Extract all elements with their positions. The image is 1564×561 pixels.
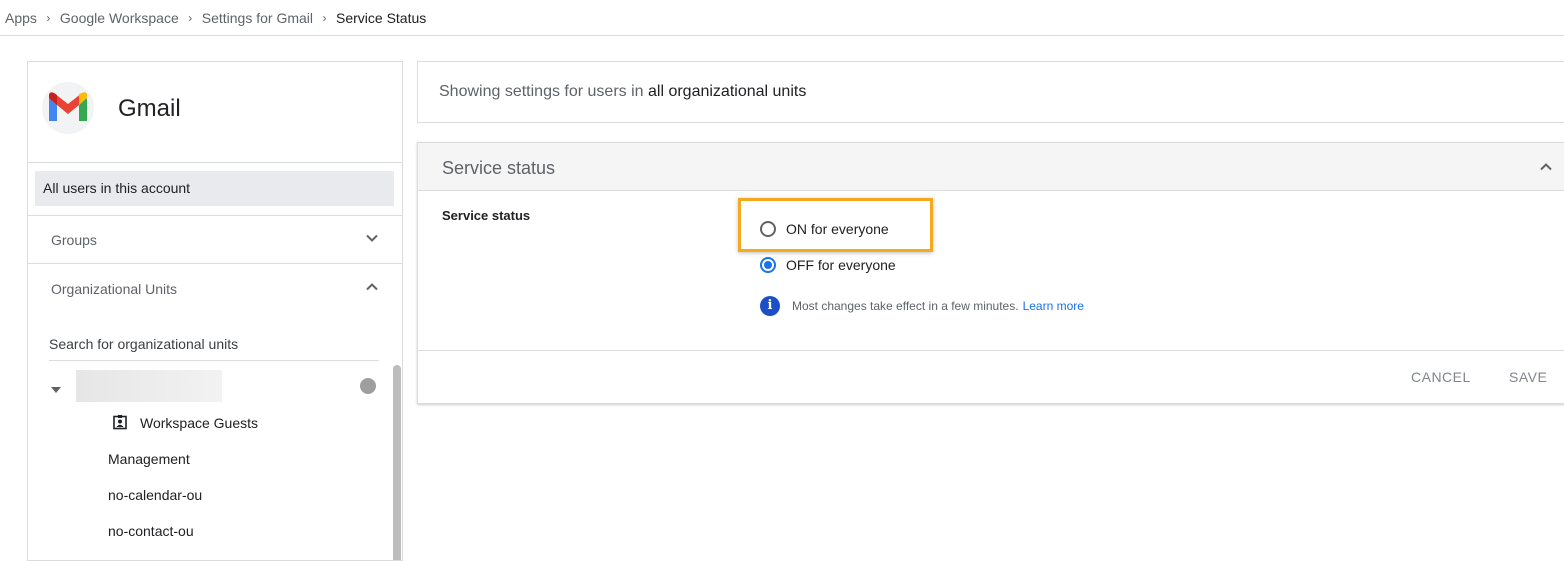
on-for-everyone-option[interactable]: ON for everyone (760, 221, 889, 237)
breadcrumb-google-workspace[interactable]: Google Workspace (60, 10, 179, 26)
org-unit-scope-banner: Showing settings for users in all organi… (417, 61, 1564, 123)
groups-label: Groups (51, 232, 97, 248)
breadcrumb-settings-for-gmail[interactable]: Settings for Gmail (202, 10, 313, 26)
service-status-header[interactable]: Service status (418, 143, 1564, 191)
chevron-down-icon[interactable] (364, 230, 380, 249)
breadcrumb-separator-icon: › (188, 10, 193, 25)
breadcrumb-separator-icon: › (322, 10, 327, 25)
info-note: i Most changes take effect in a few minu… (760, 296, 1084, 316)
root-org-unit-redacted[interactable] (76, 370, 222, 402)
sidebar-scrollbar[interactable] (393, 365, 401, 560)
org-sidebar: Gmail All users in this account Groups O… (27, 61, 403, 561)
tree-item-no-contact-ou[interactable]: no-contact-ou (108, 523, 194, 539)
off-radio-button[interactable] (760, 257, 776, 273)
cancel-button[interactable]: CANCEL (1411, 369, 1471, 385)
breadcrumb-current: Service Status (336, 9, 427, 26)
service-status-setting-label: Service status (442, 208, 531, 223)
app-header: Gmail (28, 62, 402, 163)
info-text: Most changes take effect in a few minute… (792, 299, 1019, 313)
scope-target: all organizational units (648, 83, 807, 100)
on-option-label: ON for everyone (786, 221, 889, 237)
info-icon: i (760, 296, 780, 316)
guest-badge-icon (112, 414, 128, 435)
tree-item-no-calendar-ou[interactable]: no-calendar-ou (108, 487, 202, 503)
off-option-label: OFF for everyone (786, 257, 896, 273)
tree-item-workspace-guests[interactable]: Workspace Guests (140, 415, 258, 431)
service-status-title: Service status (442, 158, 556, 178)
all-users-section: All users in this account (28, 163, 402, 216)
app-name: Gmail (118, 95, 181, 122)
caret-down-icon[interactable] (50, 381, 62, 399)
org-unit-search-input[interactable] (49, 327, 379, 361)
org-units-section: Organizational Units Workspace Guests Ma… (28, 264, 402, 560)
chevron-up-icon[interactable] (364, 279, 380, 300)
card-footer: CANCEL SAVE (418, 350, 1564, 405)
breadcrumb: Apps › Google Workspace › Settings for G… (0, 0, 1564, 36)
on-radio-button[interactable] (760, 221, 776, 237)
learn-more-link[interactable]: Learn more (1023, 299, 1084, 313)
off-for-everyone-option[interactable]: OFF for everyone (760, 257, 896, 273)
tree-item-management[interactable]: Management (108, 451, 190, 467)
scope-prefix: Showing settings for users in (439, 83, 644, 100)
breadcrumb-separator-icon: › (46, 10, 51, 25)
org-units-label: Organizational Units (51, 281, 178, 297)
all-users-item[interactable]: All users in this account (35, 171, 394, 206)
chevron-up-icon[interactable] (1538, 159, 1554, 180)
status-dot-icon (360, 378, 376, 394)
breadcrumb-apps[interactable]: Apps (5, 10, 37, 26)
save-button[interactable]: SAVE (1509, 369, 1547, 385)
gmail-logo-icon (42, 82, 94, 134)
service-status-card: Service status Service status ON for eve… (417, 142, 1564, 404)
groups-section[interactable]: Groups (28, 216, 402, 264)
